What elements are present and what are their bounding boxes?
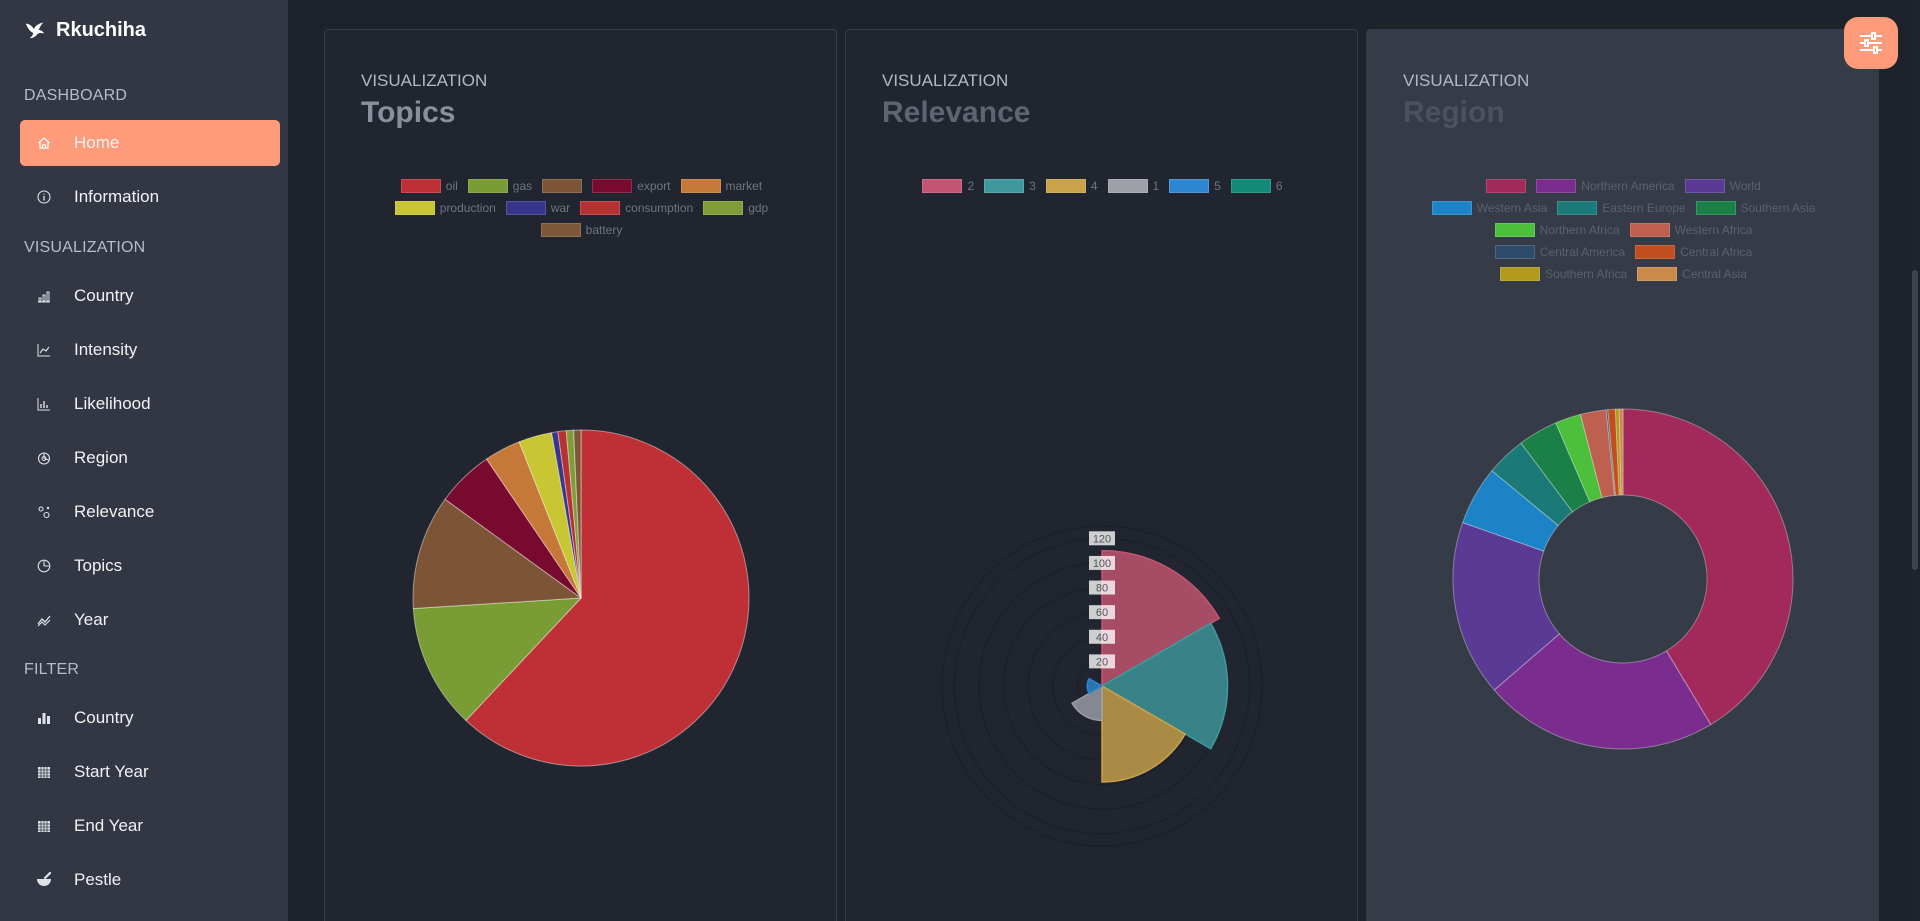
sidebar-item-topics[interactable]: Topics bbox=[20, 543, 280, 589]
polar-tick-label: 100 bbox=[1089, 555, 1115, 570]
brand-name: Rkuchiha bbox=[56, 18, 147, 41]
sidebar-item-region[interactable]: Region bbox=[20, 435, 280, 481]
sidebar-item-label: Home bbox=[74, 133, 120, 152]
svg-text:120: 120 bbox=[1093, 533, 1111, 545]
relevance-card: VISUALIZATION Relevance 234156 120 100 80 6… bbox=[845, 29, 1358, 921]
line-chart-icon bbox=[36, 342, 52, 358]
section-label-dashboard: DASHBOARD bbox=[24, 87, 128, 104]
scrollbar-thumb[interactable] bbox=[1912, 270, 1918, 570]
sidebar-item-relevance[interactable]: Relevance bbox=[20, 489, 280, 535]
brand[interactable]: Rkuchiha bbox=[24, 16, 146, 44]
sidebar-item-pestle[interactable]: Pestle bbox=[20, 857, 280, 903]
pie-chart-icon bbox=[36, 450, 52, 466]
sidebar: Rkuchiha DASHBOARD Home Information VISU… bbox=[0, 0, 288, 921]
sidebar-item-likelihood[interactable]: Likelihood bbox=[20, 381, 280, 427]
scatter-icon bbox=[36, 504, 52, 520]
section-label-visualization: VISUALIZATION bbox=[24, 239, 146, 256]
filled-bars-icon bbox=[36, 710, 52, 726]
polar-tick-label: 40 bbox=[1089, 629, 1115, 644]
svg-text:100: 100 bbox=[1093, 558, 1111, 570]
sidebar-item-label: Relevance bbox=[74, 502, 155, 521]
topics-card: VISUALIZATION Topics oil gas export market p… bbox=[324, 29, 837, 921]
sidebar-item-label: Country bbox=[74, 708, 134, 727]
sidebar-item-label: Country bbox=[74, 286, 134, 305]
bar-chart-icon bbox=[36, 288, 52, 304]
sidebar-item-label: Start Year bbox=[74, 762, 149, 781]
polar-segment[interactable] bbox=[1071, 684, 1103, 722]
sidebar-item-country-filter[interactable]: Country bbox=[20, 695, 280, 741]
clock-pie-icon bbox=[36, 558, 52, 574]
sidebar-item-label: Information bbox=[74, 187, 160, 206]
sidebar-item-label: Likelihood bbox=[74, 394, 151, 413]
polar-tick-label: 60 bbox=[1089, 605, 1115, 620]
settings-button[interactable] bbox=[1844, 17, 1898, 69]
sidebar-item-home[interactable]: Home bbox=[20, 120, 280, 166]
sidebar-item-label: Year bbox=[74, 610, 109, 629]
calendar-grid-icon bbox=[36, 818, 52, 834]
sidebar-item-label: Region bbox=[74, 448, 128, 467]
mortar-pestle-icon bbox=[36, 872, 52, 888]
sidebar-item-label: Pestle bbox=[74, 870, 122, 889]
relevance-polar-chart[interactable]: 120 100 80 60 40 20 bbox=[846, 30, 1359, 921]
section-label-filter: FILTER bbox=[24, 661, 80, 678]
column-chart-icon bbox=[36, 396, 52, 412]
region-card: VISUALIZATION Region Northern America Wor… bbox=[1366, 29, 1879, 921]
calendar-grid-icon bbox=[36, 764, 52, 780]
bird-icon bbox=[25, 22, 45, 39]
svg-text:60: 60 bbox=[1096, 607, 1108, 619]
svg-text:20: 20 bbox=[1096, 656, 1108, 668]
svg-text:40: 40 bbox=[1096, 632, 1108, 644]
sidebar-item-country-chart[interactable]: Country bbox=[20, 273, 280, 319]
sidebar-item-label: Intensity bbox=[74, 340, 138, 359]
sidebar-item-end-year[interactable]: End Year bbox=[20, 803, 280, 849]
polar-tick-label: 80 bbox=[1089, 580, 1115, 595]
sidebar-item-information[interactable]: Information bbox=[20, 174, 280, 220]
region-doughnut-chart[interactable] bbox=[1367, 30, 1880, 921]
sidebar-item-intensity[interactable]: Intensity bbox=[20, 327, 280, 373]
sidebar-item-label: End Year bbox=[74, 816, 144, 835]
sidebar-item-label: Topics bbox=[74, 556, 123, 575]
sidebar-item-year[interactable]: Year bbox=[20, 597, 280, 643]
sidebar-item-start-year[interactable]: Start Year bbox=[20, 749, 280, 795]
info-icon bbox=[36, 189, 52, 205]
home-icon bbox=[36, 135, 52, 151]
svg-text:80: 80 bbox=[1096, 583, 1108, 595]
topics-pie-chart[interactable] bbox=[325, 30, 838, 921]
polar-tick-label: 120 bbox=[1089, 531, 1115, 546]
polar-tick-label: 20 bbox=[1089, 654, 1115, 669]
sliders-icon bbox=[1860, 32, 1882, 54]
trend-icon bbox=[36, 612, 52, 628]
